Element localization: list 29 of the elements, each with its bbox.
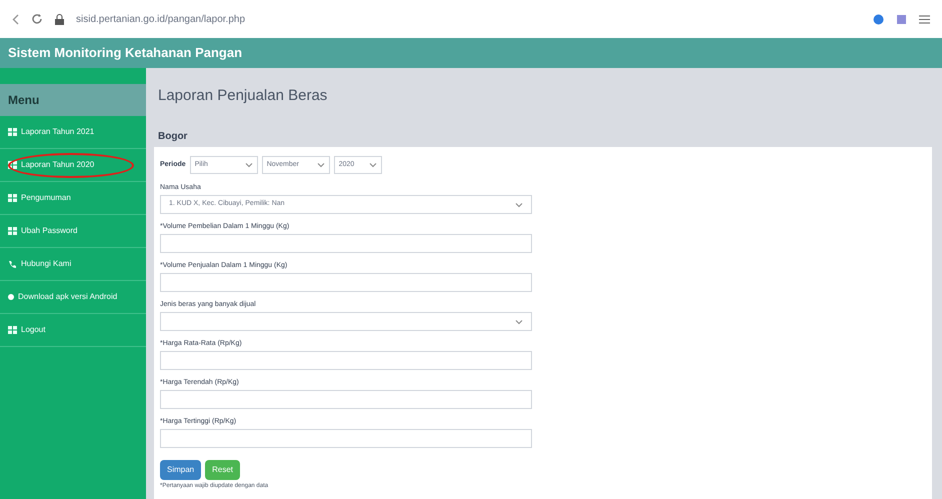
grid-icon bbox=[8, 227, 17, 235]
grid-icon bbox=[8, 194, 17, 202]
grid-icon bbox=[8, 128, 17, 136]
input-field[interactable] bbox=[160, 351, 532, 370]
menu-icon[interactable] bbox=[919, 14, 930, 24]
page-title: Laporan Penjualan Beras bbox=[158, 86, 328, 106]
back-icon[interactable] bbox=[12, 14, 19, 24]
reset-button[interactable]: Reset bbox=[205, 460, 240, 480]
chevron-down-icon bbox=[316, 161, 325, 169]
save-button[interactable]: Simpan bbox=[160, 460, 202, 480]
input-field[interactable] bbox=[160, 234, 532, 253]
app-title: Sistem Monitoring Ketahanan Pangan bbox=[8, 44, 242, 62]
sidebar-item[interactable]: Laporan Tahun 2020 bbox=[0, 149, 146, 182]
page-subtitle: Bogor bbox=[158, 130, 188, 144]
reload-icon[interactable] bbox=[31, 13, 43, 25]
input-field[interactable] bbox=[160, 390, 532, 409]
chevron-down-icon bbox=[515, 200, 523, 208]
select-field[interactable] bbox=[160, 312, 532, 331]
chevron-down-icon bbox=[244, 161, 253, 169]
input-field[interactable] bbox=[160, 273, 532, 292]
input-field[interactable] bbox=[160, 429, 532, 448]
address-bar[interactable]: sisid.pertanian.go.id/pangan/lapor.php bbox=[76, 12, 246, 26]
dot-icon bbox=[8, 294, 14, 300]
grid-icon bbox=[8, 326, 17, 334]
chevron-down-icon bbox=[368, 161, 377, 169]
lock-icon bbox=[55, 14, 64, 24]
phone-icon bbox=[8, 260, 17, 268]
sidebar-title: Menu bbox=[8, 92, 40, 109]
chevron-down-icon bbox=[515, 318, 523, 326]
